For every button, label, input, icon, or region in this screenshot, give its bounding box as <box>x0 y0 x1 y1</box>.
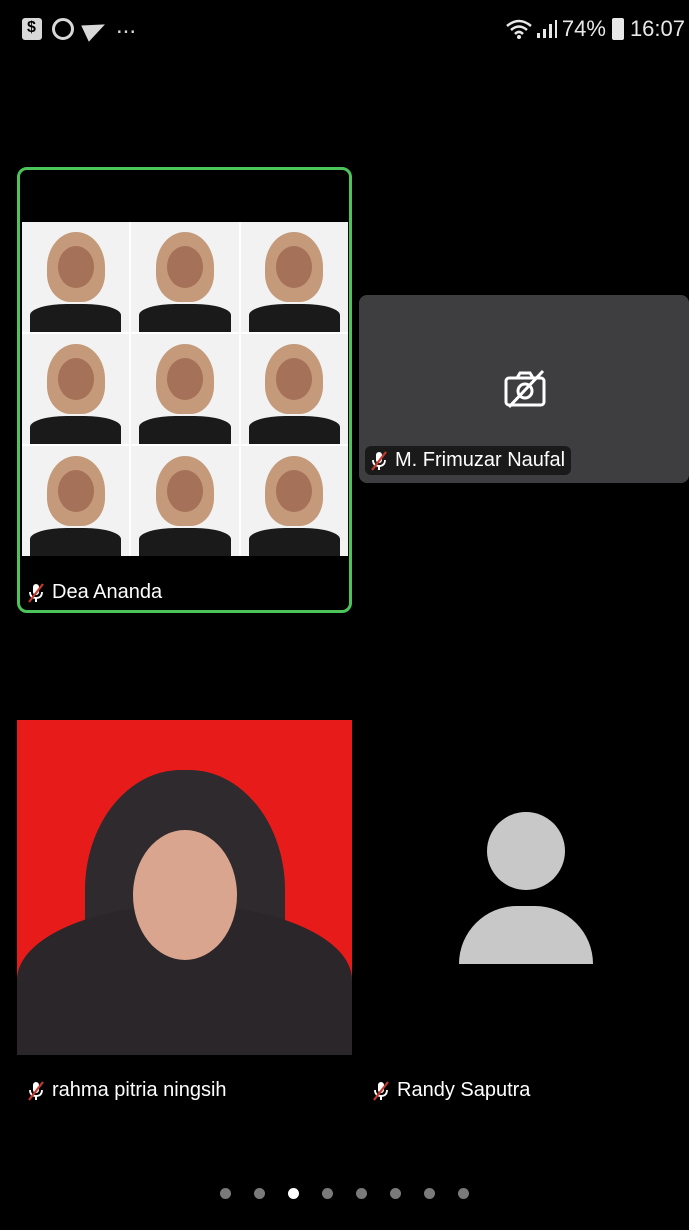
notification-icons: ... <box>22 14 136 42</box>
video-photo-cell <box>22 222 130 332</box>
participant-name-label: rahma pitria ningsih <box>22 1076 233 1105</box>
participant-name: Randy Saputra <box>397 1079 531 1101</box>
participant-name-label: M. Frimuzar Naufal <box>365 446 572 475</box>
camera-off-icon <box>503 369 547 409</box>
page-dot[interactable] <box>356 1188 367 1199</box>
avatar-icon <box>487 812 565 890</box>
mic-muted-icon <box>371 1080 391 1102</box>
participant-video <box>22 222 348 556</box>
participant-tile-rahma-pitria-ningsih[interactable] <box>17 720 352 1055</box>
wifi-icon <box>506 19 532 39</box>
video-photo-cell <box>240 334 348 444</box>
video-photo-cell <box>131 222 239 332</box>
participant-video-face <box>132 830 237 960</box>
signal-icon <box>536 19 558 39</box>
page-dot[interactable] <box>390 1188 401 1199</box>
battery-icon <box>611 18 624 40</box>
system-status: 74% 16:07 <box>506 16 685 42</box>
video-photo-cell <box>131 446 239 556</box>
participant-name: Dea Ananda <box>52 581 163 603</box>
page-dot[interactable] <box>220 1188 231 1199</box>
video-photo-cell <box>22 446 130 556</box>
participant-name: M. Frimuzar Naufal <box>395 449 566 471</box>
telegram-icon <box>81 16 109 42</box>
clock-time: 16:07 <box>629 16 685 41</box>
participant-tile-dea-ananda[interactable] <box>17 167 352 613</box>
shop-icon <box>22 18 42 40</box>
page-dot[interactable] <box>288 1188 299 1199</box>
mic-muted-icon <box>369 450 389 472</box>
avatar-body <box>459 906 593 964</box>
page-dot[interactable] <box>458 1188 469 1199</box>
whatsapp-icon <box>52 18 74 40</box>
mic-muted-icon <box>26 582 46 604</box>
status-bar: ... 74% 16:07 <box>0 0 689 60</box>
participant-name-label: Randy Saputra <box>367 1076 536 1105</box>
page-dot[interactable] <box>424 1188 435 1199</box>
more-notifications: ... <box>116 12 137 39</box>
video-photo-cell <box>240 222 348 332</box>
battery-percent: 74% <box>561 16 606 41</box>
page-indicator[interactable] <box>0 1188 689 1199</box>
video-photo-cell <box>131 334 239 444</box>
participant-name: rahma pitria ningsih <box>52 1079 227 1101</box>
participant-name-label: Dea Ananda <box>22 578 168 607</box>
participant-tile-randy-saputra[interactable] <box>359 720 689 1055</box>
mic-muted-icon <box>26 1080 46 1102</box>
video-photo-cell <box>240 446 348 556</box>
page-dot[interactable] <box>322 1188 333 1199</box>
video-photo-cell <box>22 334 130 444</box>
page-dot[interactable] <box>254 1188 265 1199</box>
